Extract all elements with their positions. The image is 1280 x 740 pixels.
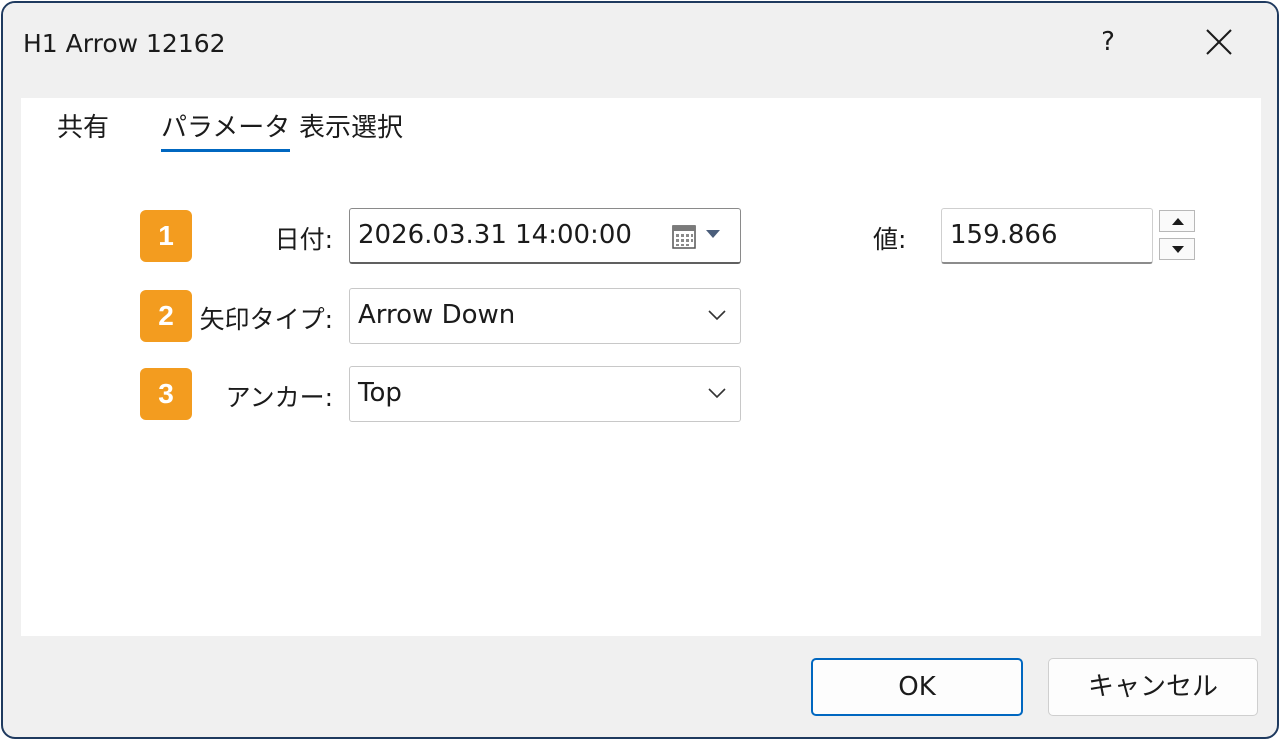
- date-value: 2026.03.31 14:00:00: [358, 220, 632, 250]
- parameters-panel: 共有 パラメータ 表示選択 1 日付: 2026.03.31 14:00:00 …: [21, 98, 1261, 636]
- date-field[interactable]: 2026.03.31 14:00:00: [349, 208, 741, 264]
- chevron-down-icon: [708, 310, 726, 321]
- dropdown-arrow-icon[interactable]: [705, 229, 721, 239]
- window-title: H1 Arrow 12162: [23, 29, 226, 58]
- value-label: 値:: [873, 225, 907, 254]
- date-label: 日付:: [274, 225, 333, 254]
- close-icon: [1206, 29, 1232, 55]
- anchor-label: アンカー:: [225, 383, 333, 412]
- value-spin-down[interactable]: [1159, 238, 1195, 260]
- tab-visualization[interactable]: 表示選択: [299, 108, 403, 152]
- chevron-down-icon: [708, 388, 726, 399]
- step-badge-1: 1: [140, 210, 192, 262]
- value-text: 159.866: [950, 220, 1058, 250]
- caret-up-icon: [1172, 218, 1184, 225]
- caret-down-icon: [1172, 246, 1184, 253]
- close-button[interactable]: [1193, 17, 1245, 67]
- value-spin-up[interactable]: [1159, 210, 1195, 232]
- tab-common[interactable]: 共有: [57, 108, 109, 152]
- help-button[interactable]: ?: [1085, 17, 1131, 67]
- ok-button[interactable]: OK: [811, 658, 1023, 716]
- dialog-window: H1 Arrow 12162 ? 共有 パラメータ 表示選択 1 日付: 202…: [1, 1, 1279, 739]
- arrow-type-label: 矢印タイプ:: [199, 305, 333, 334]
- tab-parameters[interactable]: パラメータ: [161, 108, 291, 152]
- anchor-select[interactable]: Top: [349, 366, 741, 422]
- step-badge-2: 2: [140, 290, 192, 342]
- arrow-type-select[interactable]: Arrow Down: [349, 288, 741, 344]
- cancel-button[interactable]: キャンセル: [1048, 658, 1258, 716]
- step-badge-3: 3: [140, 368, 192, 420]
- title-bar: H1 Arrow 12162 ?: [3, 3, 1277, 87]
- anchor-value: Top: [358, 378, 402, 408]
- calendar-icon: [672, 225, 696, 249]
- value-input[interactable]: 159.866: [941, 208, 1153, 264]
- arrow-type-value: Arrow Down: [358, 300, 516, 330]
